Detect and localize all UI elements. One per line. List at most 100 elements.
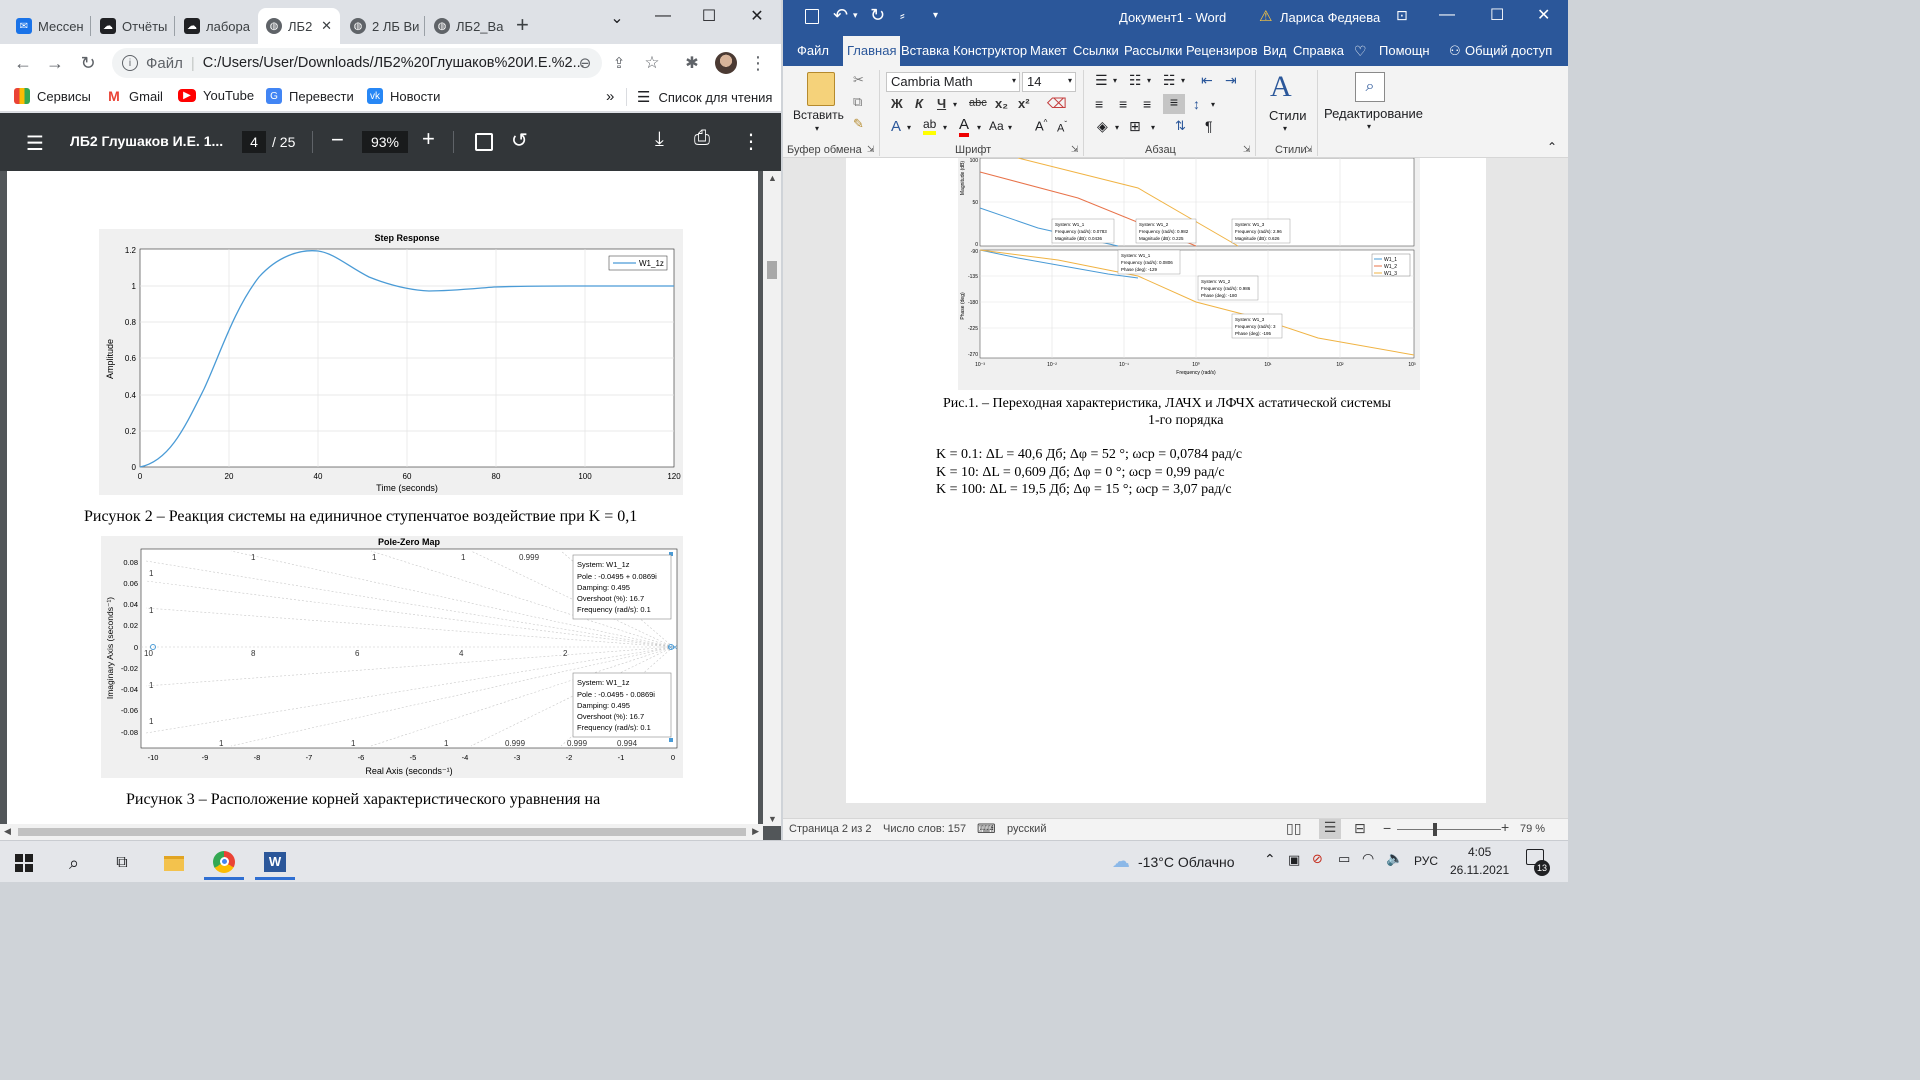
font-size-combo[interactable]: 14 ▾: [1022, 72, 1076, 92]
bold-button[interactable]: Ж: [891, 96, 903, 111]
copy-icon[interactable]: ⧉: [853, 94, 862, 110]
file-explorer-icon[interactable]: [154, 846, 194, 880]
align-right-icon[interactable]: ≡: [1143, 96, 1151, 112]
increase-indent-icon[interactable]: ⇥: [1225, 72, 1237, 89]
input-language[interactable]: РУС: [1414, 854, 1438, 868]
scroll-right-icon[interactable]: ▶: [752, 826, 759, 837]
find-icon[interactable]: ⌕: [1355, 72, 1385, 102]
zoom-level[interactable]: 79 %: [1520, 823, 1545, 835]
clear-formatting-icon[interactable]: ⌫: [1047, 95, 1067, 112]
close-window-button[interactable]: ✕: [734, 0, 780, 32]
read-mode-icon[interactable]: ▯▯: [1286, 820, 1301, 837]
close-tab-icon[interactable]: ✕: [321, 18, 332, 34]
tab-home[interactable]: Главная: [843, 36, 901, 66]
font-name-combo[interactable]: Cambria Math ▾: [886, 72, 1020, 92]
zoom-out-icon[interactable]: −: [1383, 820, 1391, 836]
reading-list[interactable]: ☰ Список для чтения: [637, 88, 772, 106]
align-center-icon[interactable]: ≡: [1119, 96, 1127, 112]
change-case-icon[interactable]: Aa: [989, 119, 1004, 133]
chrome-taskbar-icon[interactable]: [204, 846, 244, 880]
zoom-slider-thumb[interactable]: [1433, 823, 1437, 836]
scroll-up-icon[interactable]: ▲: [768, 173, 777, 183]
wifi-icon[interactable]: ◠: [1362, 850, 1374, 867]
bullets-icon[interactable]: ☰: [1095, 72, 1108, 89]
zoom-input[interactable]: 93%: [362, 131, 408, 153]
multilevel-dropdown-icon[interactable]: ▾: [1181, 76, 1185, 85]
show-marks-icon[interactable]: ¶: [1205, 118, 1213, 134]
tab-review[interactable]: Рецензиров: [1186, 36, 1258, 66]
word-taskbar-icon[interactable]: W: [255, 846, 295, 880]
tab-file[interactable]: Файл: [797, 36, 829, 66]
strikethrough-button[interactable]: abc: [969, 97, 987, 109]
weather-text[interactable]: -13°C Облачно: [1138, 854, 1235, 870]
ribbon-display-icon[interactable]: ⊡: [1396, 7, 1408, 24]
proofing-icon[interactable]: ⌨: [977, 821, 996, 837]
tray-app-icon[interactable]: ▣: [1288, 852, 1300, 868]
pdf-vertical-scrollbar[interactable]: ▲ ▼: [763, 171, 781, 826]
tab-4[interactable]: ◍ 2 ЛБ Ви: [342, 8, 422, 44]
user-name[interactable]: Лариса Федяева: [1280, 10, 1380, 25]
font-color-dropdown-icon[interactable]: ▾: [977, 123, 981, 132]
zoom-in-icon[interactable]: +: [1501, 819, 1509, 835]
scroll-thumb[interactable]: [18, 828, 746, 836]
download-icon[interactable]: ⤓: [655, 128, 664, 151]
tell-me-icon[interactable]: ♡: [1354, 36, 1367, 66]
font-name-dropdown-icon[interactable]: ▾: [1012, 76, 1016, 85]
reload-button[interactable]: ↻: [75, 50, 101, 76]
borders-dropdown-icon[interactable]: ▾: [1151, 123, 1155, 132]
line-spacing-icon[interactable]: ↕: [1193, 96, 1200, 112]
page-number-input[interactable]: 4: [242, 131, 266, 153]
tab-2[interactable]: ☁ лабора: [176, 8, 256, 44]
numbering-dropdown-icon[interactable]: ▾: [1147, 76, 1151, 85]
text-effects-dropdown-icon[interactable]: ▾: [907, 123, 911, 132]
share-person-icon[interactable]: ⚇: [1449, 36, 1461, 66]
volume-icon[interactable]: 🔈: [1386, 850, 1403, 867]
new-tab-button[interactable]: +: [516, 12, 529, 38]
print-layout-icon[interactable]: ☰: [1319, 819, 1341, 839]
tab-design[interactable]: Конструктор: [953, 36, 1027, 66]
document-page[interactable]: W1_1 W1_2 W1_3 System: W1_1 Frequency (r…: [846, 158, 1486, 803]
paste-icon[interactable]: [807, 72, 835, 106]
sort-icon[interactable]: ⇅: [1175, 118, 1186, 134]
format-painter-icon[interactable]: ⸗: [900, 7, 905, 23]
styles-button[interactable]: Стили: [1269, 108, 1306, 123]
editing-dropdown-icon[interactable]: ▾: [1367, 122, 1371, 131]
decrease-indent-icon[interactable]: ⇤: [1201, 72, 1213, 89]
zoom-icon[interactable]: ⊖: [572, 50, 598, 76]
avatar[interactable]: [715, 52, 737, 74]
highlight-icon[interactable]: ab: [923, 117, 937, 135]
bookmark-translate[interactable]: G Перевести: [266, 88, 354, 104]
bookmark-youtube[interactable]: ▶ YouTube: [178, 88, 254, 103]
info-icon[interactable]: i: [122, 55, 138, 71]
back-button[interactable]: ←: [10, 50, 36, 76]
format-painter-brush-icon[interactable]: ✎: [853, 116, 864, 132]
font-size-dropdown-icon[interactable]: ▾: [1068, 76, 1072, 85]
save-icon[interactable]: [805, 9, 819, 24]
grow-font-icon[interactable]: A^: [1035, 118, 1047, 133]
zoom-slider[interactable]: [1397, 829, 1501, 830]
word-count[interactable]: Число слов: 157: [883, 823, 966, 835]
pdf-horizontal-scrollbar[interactable]: ◀ ▶: [0, 824, 763, 840]
underline-button[interactable]: Ч: [937, 96, 946, 111]
undo-icon[interactable]: ↶: [833, 5, 848, 26]
menu-dots-icon[interactable]: ⋮: [745, 50, 771, 76]
styles-icon[interactable]: A: [1270, 70, 1292, 104]
superscript-button[interactable]: x²: [1018, 96, 1030, 111]
scroll-left-icon[interactable]: ◀: [4, 826, 11, 837]
clock-time[interactable]: 4:05: [1468, 845, 1491, 859]
styles-dropdown-icon[interactable]: ▾: [1283, 124, 1287, 133]
zoom-out-button[interactable]: −: [331, 127, 344, 153]
cut-icon[interactable]: ✂: [853, 72, 864, 88]
text-effects-icon[interactable]: A: [891, 118, 901, 135]
address-bar[interactable]: i Файл | C:/Users/User/Downloads/ЛБ2%20Г…: [112, 48, 602, 78]
fit-page-icon[interactable]: [475, 133, 493, 151]
paragraph-launcher-icon[interactable]: ⇲: [1243, 144, 1251, 155]
page-count[interactable]: Страница 2 из 2: [789, 823, 871, 835]
collapse-ribbon-icon[interactable]: ⌃: [1547, 140, 1557, 154]
forward-button[interactable]: →: [42, 50, 68, 76]
shrink-font-icon[interactable]: Aˇ: [1057, 120, 1067, 135]
tab-search-icon[interactable]: ⌄: [594, 2, 640, 34]
tab-tell-me[interactable]: Помощн: [1379, 36, 1430, 66]
more-options-icon[interactable]: ⋮: [741, 129, 761, 154]
line-spacing-dropdown-icon[interactable]: ▾: [1211, 100, 1215, 109]
